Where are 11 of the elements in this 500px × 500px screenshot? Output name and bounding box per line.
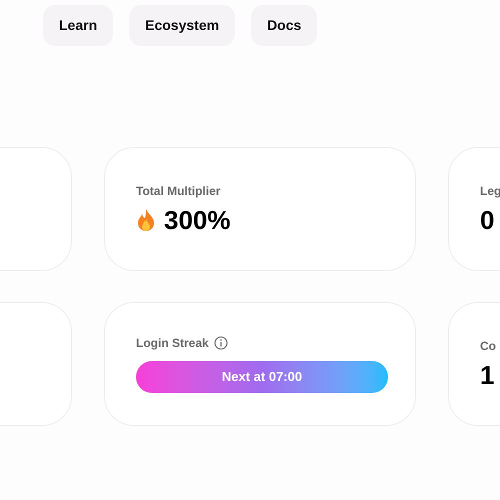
stat-value: 300% bbox=[164, 207, 230, 233]
stat-label: Total Multiplier bbox=[136, 185, 222, 197]
stat-label: Co bbox=[480, 340, 497, 352]
stat-label: Login Streak bbox=[136, 336, 209, 348]
nav-button[interactable]: Docs bbox=[251, 5, 318, 46]
nav-button[interactable]: Ecosystem bbox=[129, 5, 236, 46]
stat-value: 0 bbox=[480, 207, 494, 233]
stat-value: 1 bbox=[480, 362, 494, 388]
nav-button[interactable]: Learn bbox=[43, 5, 114, 46]
info-icon[interactable] bbox=[214, 336, 228, 350]
next-login-button[interactable]: Next at 07:00 bbox=[136, 360, 388, 392]
